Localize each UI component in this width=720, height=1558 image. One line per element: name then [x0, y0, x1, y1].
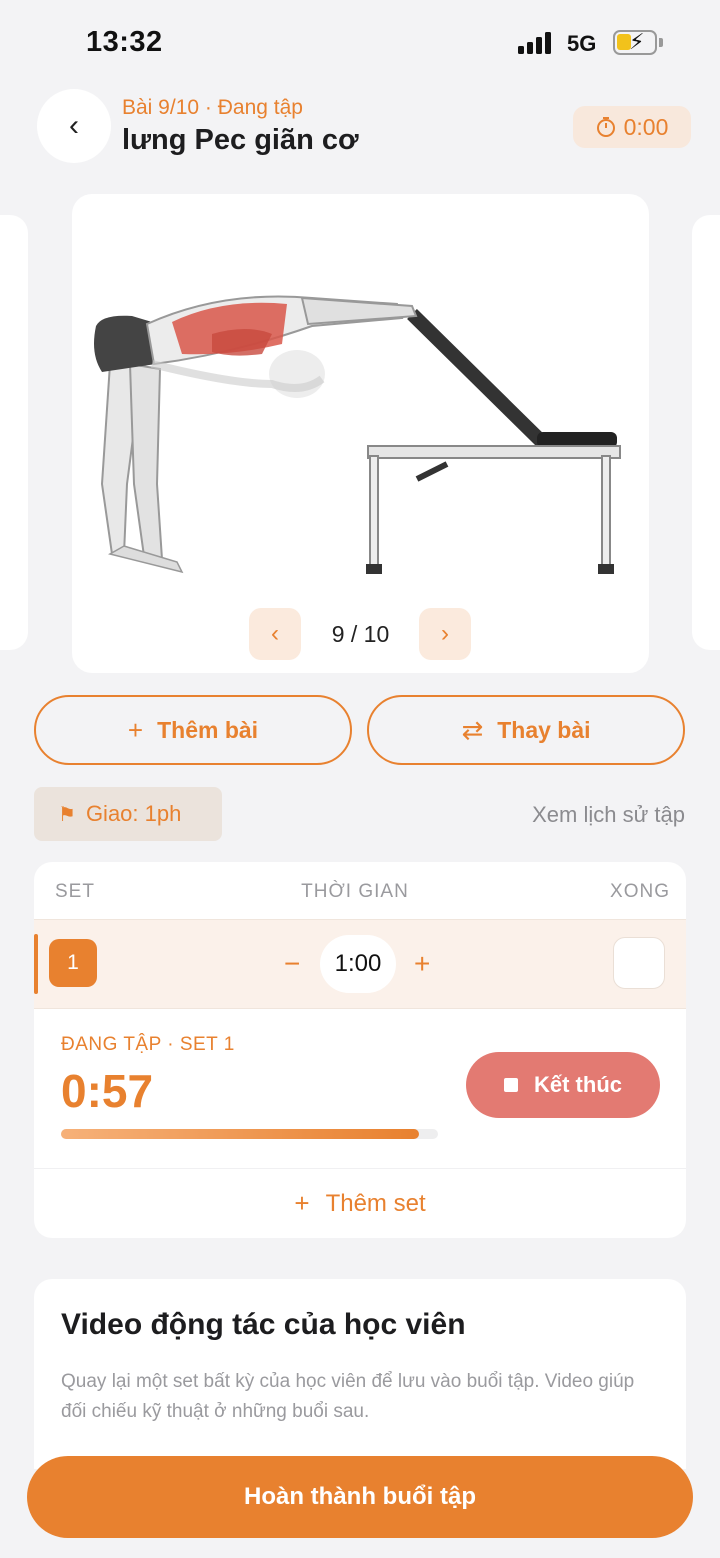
active-row-indicator	[34, 934, 38, 994]
end-set-label: Kết thúc	[534, 1072, 622, 1097]
set-row: 1 − 1:00 +	[34, 919, 686, 1009]
set-done-checkbox[interactable]	[613, 937, 665, 989]
next-exercise-button[interactable]: ›	[419, 608, 471, 660]
swap-exercise-label: Thay bài	[497, 716, 591, 743]
exercise-illustration	[94, 295, 621, 574]
student-video-description: Quay lại một set bất kỳ của học viên để …	[61, 1371, 635, 1422]
back-button[interactable]: ‹	[37, 89, 111, 163]
stopwatch-icon	[596, 117, 615, 137]
network-label: 5G	[567, 31, 597, 56]
done-column-header: XONG	[610, 881, 670, 902]
active-set-timer: 0:57	[61, 1065, 154, 1117]
student-video-title: Video động tác của học viên	[61, 1308, 466, 1341]
status-time: 13:32	[86, 26, 163, 58]
chevron-left-icon: ‹	[271, 620, 279, 647]
session-timer[interactable]: 0:00	[573, 106, 691, 148]
rest-time-label: Giao: 1ph	[85, 801, 182, 826]
end-set-button[interactable]: Kết thúc	[466, 1052, 660, 1118]
active-set-label: ĐANG TẬP · SET 1	[61, 1034, 235, 1055]
exercise-title: lưng Pec giãn cơ	[122, 124, 359, 156]
add-exercise-label: Thêm bài	[157, 716, 259, 743]
battery-tip	[659, 38, 663, 47]
exercise-card: ‹ 9 / 10 ›	[72, 194, 649, 673]
next-exercise-card[interactable]	[692, 215, 720, 650]
swap-icon: ⇄	[461, 714, 484, 745]
add-set-button[interactable]: + Thêm set	[34, 1168, 686, 1238]
rest-time-chip[interactable]: ⚑ Giao: 1ph	[34, 787, 222, 841]
previous-exercise-button[interactable]: ‹	[249, 608, 301, 660]
battery-icon: ⚡	[613, 29, 657, 55]
add-exercise-button[interactable]: + Thêm bài	[34, 695, 352, 765]
swap-exercise-button[interactable]: ⇄ Thay bài	[367, 695, 685, 765]
add-set-label: Thêm set	[325, 1189, 426, 1217]
view-history-link[interactable]: Xem lịch sử tập	[532, 802, 685, 828]
previous-exercise-card[interactable]	[0, 215, 28, 650]
set-time-value[interactable]: 1:00	[320, 935, 396, 993]
plus-icon: +	[294, 1188, 310, 1218]
set-progress-bar	[61, 1129, 438, 1139]
student-video-card: Video động tác của học viên Quay lại một…	[34, 1279, 686, 1469]
flag-icon: ⚑	[58, 803, 76, 826]
session-timer-value: 0:00	[623, 113, 669, 140]
chevron-right-icon: ›	[441, 620, 449, 647]
exercise-progress-subtitle: Bài 9/10 · Đang tập	[122, 96, 303, 119]
signal-icon	[518, 32, 558, 54]
finish-session-button[interactable]: Hoàn thành buổi tập	[27, 1456, 693, 1538]
status-bar: 13:32 5G ⚡	[0, 0, 720, 86]
chevron-left-icon: ‹	[69, 109, 79, 142]
sets-card: SET THỜI GIAN XONG 1 − 1:00 + ĐANG TẬP ·…	[34, 862, 686, 1238]
plus-icon: +	[127, 714, 144, 745]
decrease-time-button[interactable]: −	[284, 948, 300, 980]
stop-icon	[504, 1078, 518, 1092]
set-number-badge: 1	[49, 939, 97, 987]
set-progress-fill	[61, 1129, 420, 1139]
increase-time-button[interactable]: +	[414, 948, 430, 980]
exercise-pager-count: 9 / 10	[331, 621, 390, 647]
time-column-header: THỜI GIAN	[301, 881, 409, 902]
